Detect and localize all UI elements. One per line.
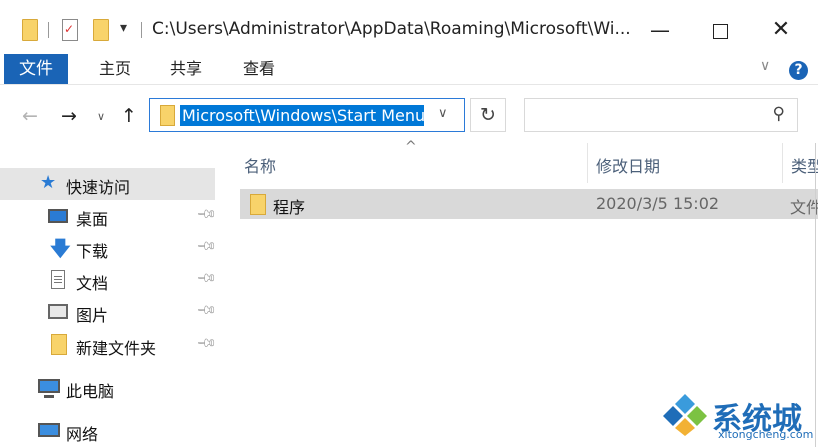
nav-item-new-folder[interactable]: 新建文件夹 📌︎ — [0, 329, 218, 361]
tab-file[interactable]: 文件 — [4, 54, 68, 84]
pin-icon: 📌︎ — [195, 299, 218, 322]
address-bar[interactable]: Microsoft\Windows\Start Menu ∨ — [149, 98, 465, 132]
document-icon — [51, 270, 65, 289]
title-bar: ▾ C:\Users\Administrator\AppData\Roaming… — [0, 0, 818, 54]
nav-item-network[interactable]: 网络 — [0, 415, 215, 447]
pin-icon: 📌︎ — [195, 203, 218, 226]
separator — [48, 22, 49, 38]
forward-button[interactable]: → — [61, 105, 77, 127]
nav-item-desktop[interactable]: 桌面 📌︎ — [0, 200, 218, 232]
address-path[interactable]: Microsoft\Windows\Start Menu — [180, 105, 424, 126]
search-icon[interactable]: ⚲ — [773, 104, 785, 124]
column-header-name[interactable]: 名称 — [244, 153, 276, 177]
nav-item-pictures[interactable]: 图片 📌︎ — [0, 296, 218, 328]
column-header-modified[interactable]: 修改日期 — [596, 153, 660, 177]
folder-icon — [22, 19, 38, 41]
quick-access-dropdown-icon[interactable]: ▾ — [120, 20, 127, 36]
maximize-button[interactable] — [697, 10, 743, 50]
search-input[interactable]: ⚲ — [524, 98, 798, 132]
sort-ascending-icon: ^ — [405, 139, 417, 155]
file-modified: 2020/3/5 15:02 — [596, 194, 720, 213]
ribbon-tabs: 文件 主页 共享 查看 ∨ — [0, 54, 818, 85]
nav-item-this-pc[interactable]: 此电脑 — [0, 372, 215, 404]
pin-icon: 📌︎ — [195, 332, 218, 355]
new-folder-icon[interactable] — [93, 19, 109, 41]
up-button[interactable]: ↑ — [121, 105, 137, 127]
network-icon — [38, 423, 60, 437]
properties-icon[interactable] — [62, 19, 78, 41]
back-button[interactable]: ← — [22, 105, 38, 127]
nav-item-label: 下载 — [76, 242, 109, 261]
computer-icon — [38, 379, 60, 398]
refresh-button[interactable]: ↻ — [470, 98, 506, 132]
folder-icon — [51, 334, 67, 355]
nav-item-label: 桌面 — [76, 210, 109, 229]
folder-icon — [250, 194, 266, 215]
watermark-url: xitongcheng.com — [718, 428, 814, 441]
table-row[interactable]: 程序 2020/3/5 15:02 文件夹 — [240, 189, 818, 219]
star-icon: ★ — [40, 172, 57, 193]
nav-item-downloads[interactable]: 🡇 下载 📌︎ — [0, 232, 218, 264]
nav-item-label: 快速访问 — [66, 178, 131, 197]
minimize-button[interactable]: — — [637, 10, 683, 50]
address-dropdown-chevron-icon[interactable]: ∨ — [438, 106, 448, 121]
help-icon[interactable]: ? — [789, 61, 808, 80]
column-header-type[interactable]: 类型 — [791, 153, 818, 177]
tab-home[interactable]: 主页 — [99, 54, 131, 84]
nav-item-label: 网络 — [66, 425, 99, 444]
file-type: 文件夹 — [790, 198, 818, 217]
nav-item-label: 图片 — [76, 306, 109, 325]
navigation-pane: ★ 快速访问 桌面 📌︎ 🡇 下载 📌︎ 文档 📌︎ 图片 📌︎ 新建文件夹 📌… — [0, 143, 222, 447]
column-divider[interactable] — [782, 143, 783, 183]
nav-item-quick-access[interactable]: ★ 快速访问 — [0, 168, 215, 200]
separator — [141, 22, 142, 38]
column-divider[interactable] — [587, 143, 588, 183]
desktop-icon — [48, 209, 68, 223]
maximize-icon — [712, 24, 728, 39]
pin-icon: 📌︎ — [195, 267, 218, 290]
nav-item-label: 新建文件夹 — [76, 339, 157, 358]
download-icon: 🡇 — [50, 236, 71, 260]
file-name: 程序 — [273, 198, 306, 217]
watermark-logo-icon — [663, 394, 707, 436]
address-row: ← → ∨ ↑ Microsoft\Windows\Start Menu ∨ ↻… — [0, 85, 818, 143]
nav-item-label: 文档 — [76, 274, 109, 293]
tab-view[interactable]: 查看 — [243, 54, 275, 84]
recent-locations-chevron-icon[interactable]: ∨ — [97, 110, 105, 123]
close-button[interactable]: ✕ — [758, 10, 804, 50]
pictures-icon — [48, 304, 68, 319]
scroll-edge — [815, 143, 816, 447]
tab-share[interactable]: 共享 — [170, 54, 202, 84]
pin-icon: 📌︎ — [195, 235, 218, 258]
expand-ribbon-chevron-icon[interactable]: ∨ — [760, 58, 770, 74]
nav-item-documents[interactable]: 文档 📌︎ — [0, 264, 218, 296]
folder-icon — [160, 105, 175, 126]
window-title: C:\Users\Administrator\AppData\Roaming\M… — [152, 19, 631, 39]
nav-item-label: 此电脑 — [66, 382, 115, 401]
